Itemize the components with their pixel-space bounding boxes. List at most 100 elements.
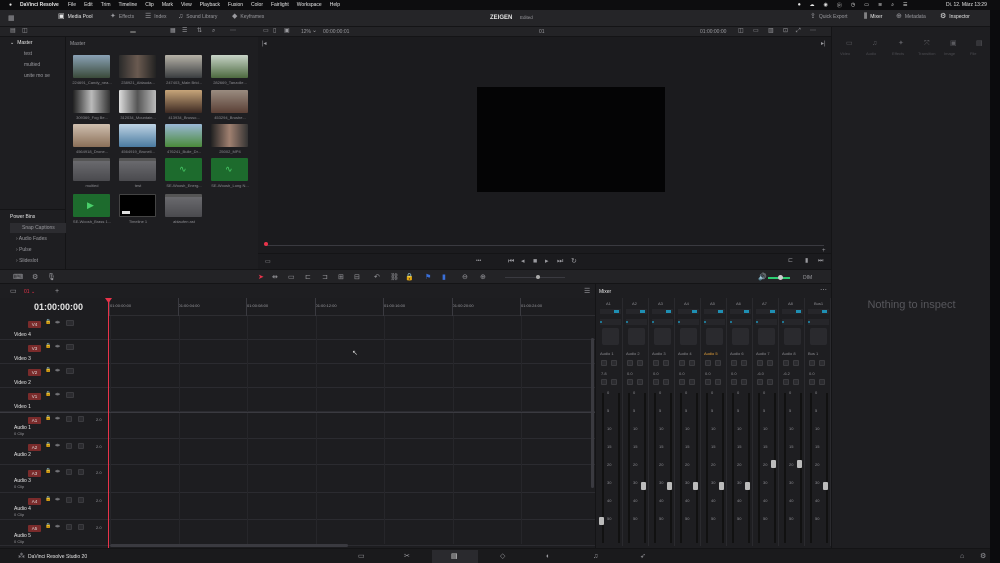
record-arm-button[interactable] [731, 360, 737, 366]
auto-select-icon[interactable]: ⇹ [55, 416, 60, 422]
effects-toggle[interactable]: ✦ Effects [110, 13, 134, 20]
menu-file[interactable]: File [68, 2, 76, 8]
auto-select-icon[interactable]: ⇹ [55, 443, 60, 449]
fader-track[interactable] [644, 393, 646, 543]
lock-icon[interactable]: 🔒 [45, 469, 51, 474]
record-arm-button[interactable] [653, 360, 659, 366]
inspector-tab[interactable]: Video [840, 51, 850, 56]
menu-color[interactable]: Color [251, 2, 263, 8]
clip-thumbnail[interactable]: ∿ [165, 158, 202, 181]
search-icon[interactable]: ⌕ [212, 28, 215, 34]
solo-button[interactable] [66, 469, 72, 475]
fader-track[interactable] [696, 393, 698, 543]
mic-icon[interactable]: 🎙 [47, 274, 56, 281]
track-id-badge[interactable]: V1 [28, 393, 41, 400]
inspector-tab[interactable]: Transition [918, 51, 935, 56]
channel-name[interactable]: Bus 1 [808, 351, 818, 356]
dim-button[interactable]: DIM [803, 275, 812, 281]
effects-button[interactable] [819, 379, 825, 385]
input-selector[interactable] [704, 309, 725, 314]
index-toggle[interactable]: ☰ Index [145, 13, 167, 20]
auto-select-icon[interactable]: ⇹ [55, 469, 60, 475]
fit-icon[interactable]: ⊟ [354, 274, 360, 281]
replace-icon[interactable]: ⊞ [338, 274, 344, 281]
input-selector[interactable] [600, 309, 621, 314]
pinterest-icon[interactable]: ⓟ [837, 2, 842, 9]
mixer-toggle[interactable]: ⫼ Mixer [864, 13, 882, 20]
solo-button[interactable] [731, 379, 737, 385]
next-clip-icon[interactable]: ▸| [821, 41, 826, 47]
clock-icon[interactable]: ◷ [851, 2, 855, 9]
pan-control[interactable] [602, 328, 619, 345]
cut-page-icon[interactable]: ✂ [404, 553, 410, 560]
user-icon[interactable]: ◉ [824, 2, 828, 9]
solo-button[interactable] [757, 379, 763, 385]
pan-control[interactable] [706, 328, 723, 345]
mute-button[interactable] [78, 524, 84, 530]
insert-slot[interactable] [704, 319, 725, 325]
wifi-icon[interactable]: ≋ [878, 2, 882, 9]
insert-slot[interactable] [652, 319, 673, 325]
solo-button[interactable] [66, 524, 72, 530]
lock-icon[interactable]: 🔒 [45, 416, 51, 421]
solo-button[interactable] [66, 443, 72, 449]
track-enable-button[interactable] [66, 344, 74, 350]
timeline-timecode[interactable]: 01:00:00:00 [34, 302, 83, 312]
fader-track[interactable] [826, 393, 828, 543]
auto-select-icon[interactable]: ⇹ [55, 320, 60, 326]
clip-thumbnail[interactable] [119, 55, 156, 78]
cloud-icon[interactable]: ☁ [810, 2, 815, 9]
viewer-mode-icon[interactable]: ▣ [284, 28, 290, 34]
mute-button[interactable] [78, 497, 84, 503]
menu-mark[interactable]: Mark [162, 2, 173, 8]
scope-icon[interactable]: ◫ [738, 28, 744, 34]
play-icon[interactable]: ▸ [545, 258, 549, 265]
overwrite-icon[interactable]: ⊐ [322, 274, 328, 281]
menu-help[interactable]: Help [330, 2, 340, 8]
clip-thumbnail[interactable] [211, 55, 248, 78]
solo-button[interactable] [653, 379, 659, 385]
track-id-badge[interactable]: A5 [28, 525, 41, 532]
solo-button[interactable] [66, 416, 72, 422]
insert-slot[interactable] [756, 319, 777, 325]
zoom-slider-handle[interactable] [536, 275, 540, 279]
track-enable-button[interactable] [66, 320, 74, 326]
deliver-page-icon[interactable]: ➶ [640, 553, 646, 560]
more-icon[interactable]: ⋯ [230, 28, 236, 34]
insert-slot[interactable] [600, 319, 621, 325]
match-frame-icon[interactable]: ⊏ [788, 258, 793, 264]
timeline-selector[interactable]: 01 ⌄ [24, 289, 35, 295]
inspector-toggle[interactable]: ⚙ Inspector [940, 13, 970, 20]
lock-icon[interactable]: 🔒 [45, 344, 51, 349]
fader-handle[interactable] [641, 482, 646, 490]
insert-slot[interactable] [808, 319, 829, 325]
pan-control[interactable] [654, 328, 671, 345]
loop-icon[interactable]: ↻ [571, 258, 577, 265]
media-page-icon[interactable]: ▭ [358, 553, 365, 560]
timeline-menu-icon[interactable]: ☰ [584, 288, 590, 295]
mute-button[interactable] [819, 360, 825, 366]
track-row[interactable]: V2 🔒 ⇹ Video 2 [0, 364, 595, 388]
menu-clip[interactable]: Clip [145, 2, 154, 8]
grid-view-icon[interactable]: ▦ [170, 28, 176, 34]
inspector-tab-icon[interactable]: ⤧ [924, 40, 930, 47]
clip-thumbnail[interactable] [165, 55, 202, 78]
menu-playback[interactable]: Playback [200, 2, 220, 8]
lock-icon[interactable]: 🔒 [45, 320, 51, 325]
apple-icon[interactable]: ● [9, 2, 12, 8]
track-id-badge[interactable]: A3 [28, 470, 41, 477]
lock-icon[interactable]: 🔒 [45, 497, 51, 502]
trim-tool-icon[interactable]: ⇹ [272, 274, 278, 281]
lock-icon[interactable]: 🔒 [405, 274, 414, 281]
scrubber-bar[interactable] [266, 245, 824, 246]
pan-control[interactable] [810, 328, 827, 345]
layout-icon[interactable]: ▦ [8, 15, 15, 22]
clip-thumbnail[interactable] [165, 124, 202, 147]
effects-button[interactable] [611, 379, 617, 385]
solo-button[interactable] [66, 497, 72, 503]
mute-button[interactable] [78, 443, 84, 449]
power-bin-item[interactable]: › Pulse [16, 247, 32, 253]
solo-button[interactable] [627, 379, 633, 385]
clip-thumbnail[interactable] [119, 90, 156, 113]
zoom-slider[interactable] [505, 277, 565, 278]
